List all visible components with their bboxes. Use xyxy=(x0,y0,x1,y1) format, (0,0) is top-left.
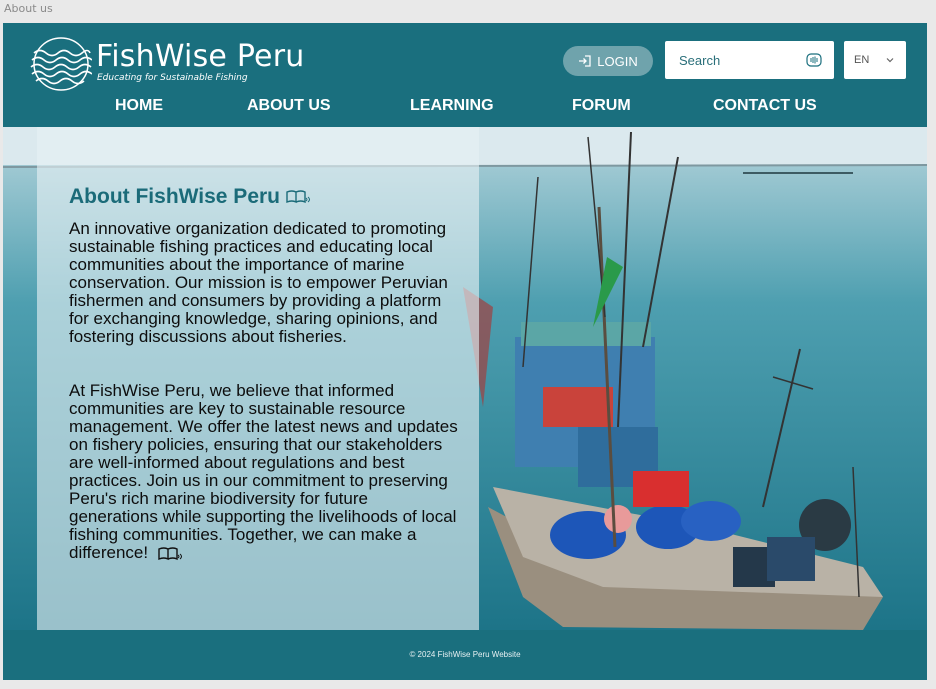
about-paragraph-1: An innovative organization dedicated to … xyxy=(69,219,448,346)
about-heading: About FishWise Peru xyxy=(69,185,310,209)
footer-copyright: © 2024 FishWise Peru Website xyxy=(409,650,521,659)
nav-item-forum[interactable]: FORUM xyxy=(572,97,631,115)
tab-title: About us xyxy=(4,2,53,15)
read-aloud-icon[interactable] xyxy=(286,189,310,205)
search-input[interactable]: Search xyxy=(665,41,834,79)
login-icon xyxy=(579,55,591,67)
nav-item-home[interactable]: HOME xyxy=(115,97,163,115)
login-button[interactable]: LOGIN xyxy=(563,46,653,76)
audio-search-icon[interactable] xyxy=(806,52,822,68)
about-title: About FishWise Peru xyxy=(69,185,280,208)
main-nav: HOME ABOUT US LEARNING FORUM CONTACT US xyxy=(3,97,927,121)
nav-item-contact-us[interactable]: CONTACT US xyxy=(713,97,817,115)
page-frame: FishWise Peru Educating for Sustainable … xyxy=(3,23,927,680)
about-paragraph-2: At FishWise Peru, we believe that inform… xyxy=(69,382,459,562)
login-label: LOGIN xyxy=(597,53,638,69)
logo-title[interactable]: FishWise Peru xyxy=(96,39,304,74)
logo-subtitle: Educating for Sustainable Fishing xyxy=(97,73,248,83)
read-aloud-icon-2[interactable] xyxy=(157,546,182,562)
site-header: FishWise Peru Educating for Sustainable … xyxy=(3,23,927,127)
chevron-down-icon xyxy=(886,58,894,63)
nav-item-about-us[interactable]: ABOUT US xyxy=(247,97,331,115)
language-value: EN xyxy=(854,54,870,66)
site-footer: © 2024 FishWise Peru Website xyxy=(3,630,927,680)
hero-section: About FishWise Peru An innovative organi… xyxy=(3,127,927,630)
language-select[interactable]: EN xyxy=(844,41,906,79)
nav-item-learning[interactable]: LEARNING xyxy=(410,97,494,115)
search-placeholder: Search xyxy=(679,52,721,68)
waves-logo-icon xyxy=(30,37,92,91)
about-paragraph-2-text: At FishWise Peru, we believe that inform… xyxy=(69,381,458,562)
